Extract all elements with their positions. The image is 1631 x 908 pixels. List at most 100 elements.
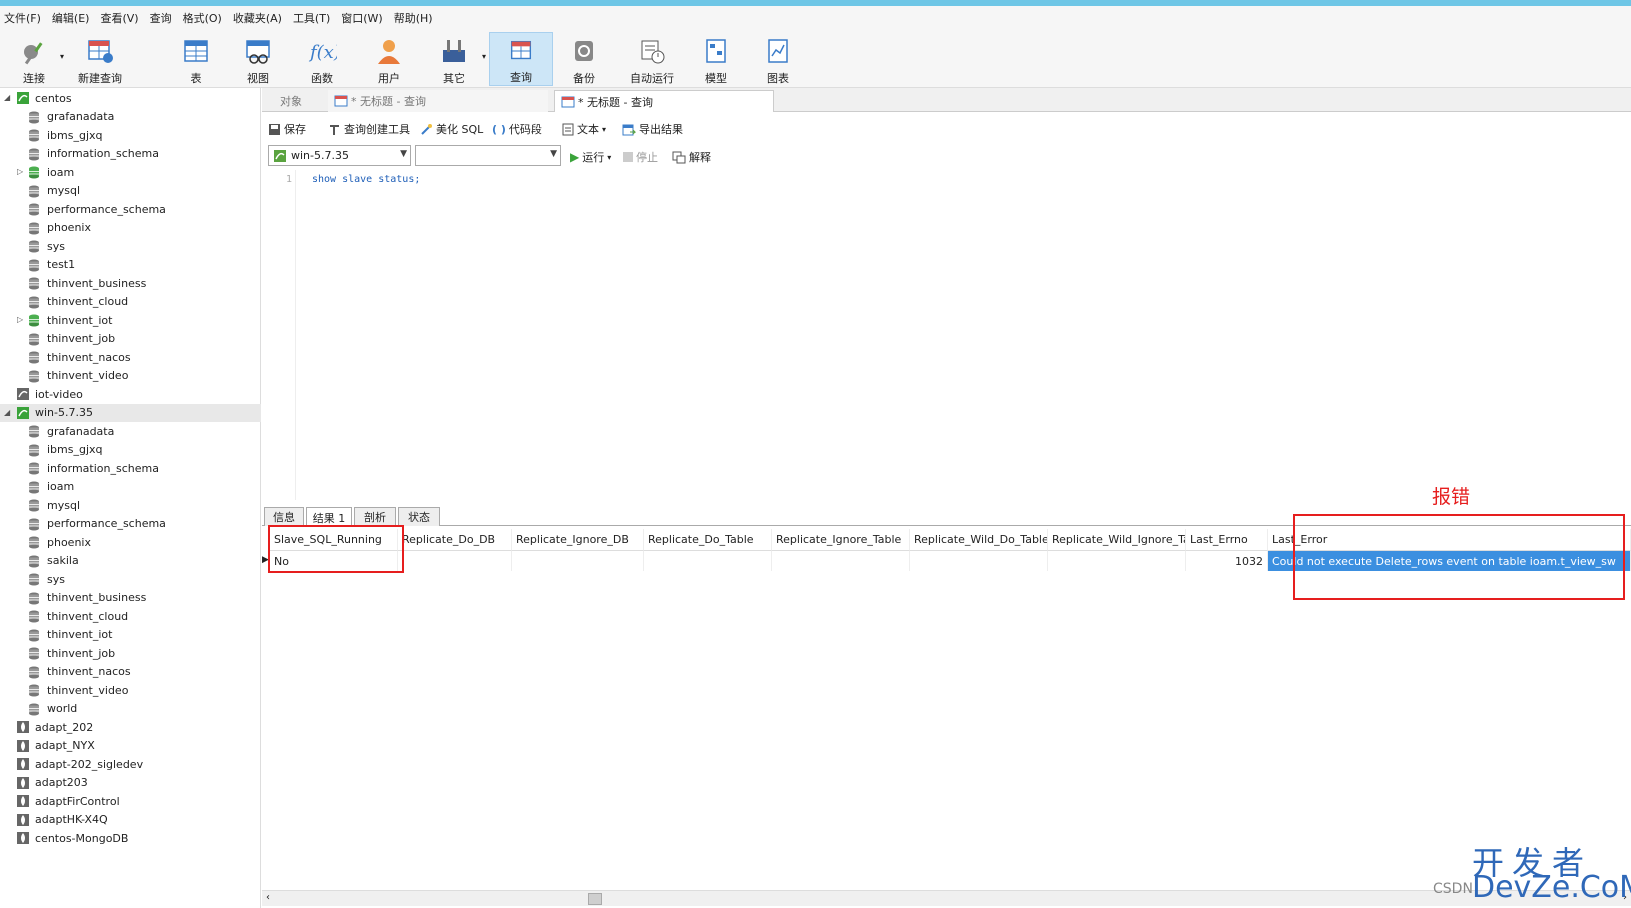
tab-info[interactable]: 信息 [264, 507, 304, 526]
tree-database[interactable]: world [0, 700, 261, 718]
menu-help[interactable]: 帮助(H) [394, 10, 433, 26]
column-header[interactable]: Replicate_Do_Table [644, 529, 772, 551]
tree-database[interactable]: ibms_gjxq [0, 441, 261, 459]
tree-database[interactable]: thinvent_cloud [0, 293, 261, 311]
horizontal-scrollbar[interactable]: ‹ › [262, 890, 1631, 906]
database-select[interactable]: ▼ [415, 145, 561, 166]
column-header[interactable]: Last_Errno [1186, 529, 1268, 551]
tree-connection[interactable]: adapt-202_sigledev [0, 755, 261, 773]
column-header[interactable]: Replicate_Wild_Ignore_Ta [1048, 529, 1186, 551]
tree-database[interactable]: thinvent_business [0, 274, 261, 292]
column-header[interactable]: Replicate_Ignore_DB [512, 529, 644, 551]
tree-database[interactable]: thinvent_nacos [0, 348, 261, 366]
tree-connection[interactable]: adapt203 [0, 774, 261, 792]
menu-query[interactable]: 查询 [150, 10, 172, 26]
tree-database[interactable]: performance_schema [0, 515, 261, 533]
tree-database[interactable]: test1 [0, 256, 261, 274]
table-cell[interactable] [512, 551, 644, 571]
autorun-button[interactable]: 自动运行 [624, 32, 680, 86]
run-button[interactable]: ▶ 运行 ▾ [570, 149, 611, 165]
text-button[interactable]: 文本 ▾ [562, 121, 606, 137]
user-button[interactable]: 用户 [371, 32, 407, 86]
expand-arrow-icon[interactable]: ◢ [4, 93, 10, 102]
table-cell[interactable] [772, 551, 910, 571]
new-query-button[interactable]: 新建查询 [70, 32, 130, 86]
stop-button[interactable]: 停止 [623, 149, 658, 165]
tree-database[interactable]: ibms_gjxq [0, 126, 261, 144]
tree-database[interactable]: thinvent_cloud [0, 607, 261, 625]
tree-database[interactable]: information_schema [0, 145, 261, 163]
tree-connection[interactable]: adaptHK-X4Q [0, 811, 261, 829]
table-cell[interactable] [398, 551, 512, 571]
tree-database[interactable]: thinvent_job [0, 644, 261, 662]
expand-arrow-icon[interactable]: ◢ [4, 408, 10, 417]
tab-profile[interactable]: 剖析 [354, 507, 396, 526]
menu-edit[interactable]: 编辑(E) [52, 10, 90, 26]
menu-window[interactable]: 窗口(W) [341, 10, 382, 26]
tab-result-1[interactable]: 结果 1 [306, 507, 352, 527]
tree-database[interactable]: ioam [0, 478, 261, 496]
tree-connection[interactable]: adaptFirControl [0, 792, 261, 810]
other-dropdown-icon[interactable]: ▾ [482, 52, 486, 61]
tree-database[interactable]: thinvent_video [0, 681, 261, 699]
column-header[interactable]: Replicate_Wild_Do_Table [910, 529, 1048, 551]
menu-view[interactable]: 查看(V) [100, 10, 138, 26]
tree-database[interactable]: mysql [0, 496, 261, 514]
export-result-button[interactable]: 导出结果 [622, 121, 683, 137]
tree-connection[interactable]: ◢ win-5.7.35 [0, 403, 261, 422]
tree-database[interactable]: thinvent_iot [0, 626, 261, 644]
chart-button[interactable]: 图表 [760, 32, 796, 86]
explain-button[interactable]: 解释 [672, 149, 711, 165]
tree-database[interactable]: ▷ thinvent_iot [0, 311, 261, 329]
tab-query-1[interactable]: * 无标题 - 查询 [328, 90, 548, 112]
table-cell[interactable] [1048, 551, 1186, 571]
tree-database[interactable]: thinvent_nacos [0, 663, 261, 681]
tree-database[interactable]: sakila [0, 552, 261, 570]
connect-dropdown-icon[interactable]: ▾ [60, 52, 64, 61]
tree-database[interactable]: grafanadata [0, 108, 261, 126]
sql-code[interactable]: show slave status; [312, 174, 420, 185]
backup-button[interactable]: 备份 [566, 32, 602, 86]
tree-database[interactable]: ▷ ioam [0, 163, 261, 181]
save-button[interactable]: 保存 [268, 121, 306, 137]
tree-connection[interactable]: adapt_NYX [0, 737, 261, 755]
table-button[interactable]: 表 [178, 32, 214, 86]
tree-database[interactable]: thinvent_business [0, 589, 261, 607]
connect-button[interactable]: 连接 [14, 32, 54, 86]
query-button[interactable]: 查询 [489, 32, 553, 86]
tree-database[interactable]: thinvent_job [0, 330, 261, 348]
tree-database[interactable]: phoenix [0, 219, 261, 237]
tab-objects[interactable]: 对象 [274, 90, 324, 112]
code-snippet-button[interactable]: ( ) 代码段 [492, 121, 542, 137]
expand-arrow-icon[interactable]: ▷ [17, 315, 23, 324]
menu-file[interactable]: 文件(F) [4, 10, 41, 26]
column-header[interactable]: Replicate_Do_DB [398, 529, 512, 551]
tree-database[interactable]: information_schema [0, 459, 261, 477]
tree-database[interactable]: sys [0, 237, 261, 255]
scroll-left-icon[interactable]: ‹ [266, 892, 270, 903]
tree-database[interactable]: phoenix [0, 533, 261, 551]
scrollbar-thumb[interactable] [588, 893, 602, 905]
tree-connection[interactable]: iot-video [0, 385, 261, 403]
tree-connection[interactable]: centos-MongoDB [0, 829, 261, 847]
tree-database[interactable]: performance_schema [0, 200, 261, 218]
tab-status[interactable]: 状态 [398, 507, 440, 526]
tree-database[interactable]: sys [0, 570, 261, 588]
view-button[interactable]: 视图 [240, 32, 276, 86]
tab-query-2[interactable]: * 无标题 - 查询 [554, 90, 774, 112]
connection-select[interactable]: win-5.7.35 ▼ [268, 145, 411, 166]
menu-favorites[interactable]: 收藏夹(A) [233, 10, 282, 26]
tree-database[interactable]: mysql [0, 182, 261, 200]
tree-connection[interactable]: ◢ centos [0, 89, 261, 107]
table-cell[interactable]: 1032 [1186, 551, 1268, 571]
tree-connection[interactable]: adapt_202 [0, 718, 261, 736]
beautify-sql-button[interactable]: 美化 SQL [420, 121, 483, 137]
tree-database[interactable]: grafanadata [0, 422, 261, 440]
function-button[interactable]: f(x) 函数 [304, 32, 340, 86]
tree-database[interactable]: thinvent_video [0, 367, 261, 385]
expand-arrow-icon[interactable]: ▷ [17, 167, 23, 176]
table-cell[interactable] [644, 551, 772, 571]
model-button[interactable]: 模型 [698, 32, 734, 86]
query-builder-button[interactable]: 查询创建工具 [328, 121, 410, 137]
menu-format[interactable]: 格式(O) [183, 10, 222, 26]
